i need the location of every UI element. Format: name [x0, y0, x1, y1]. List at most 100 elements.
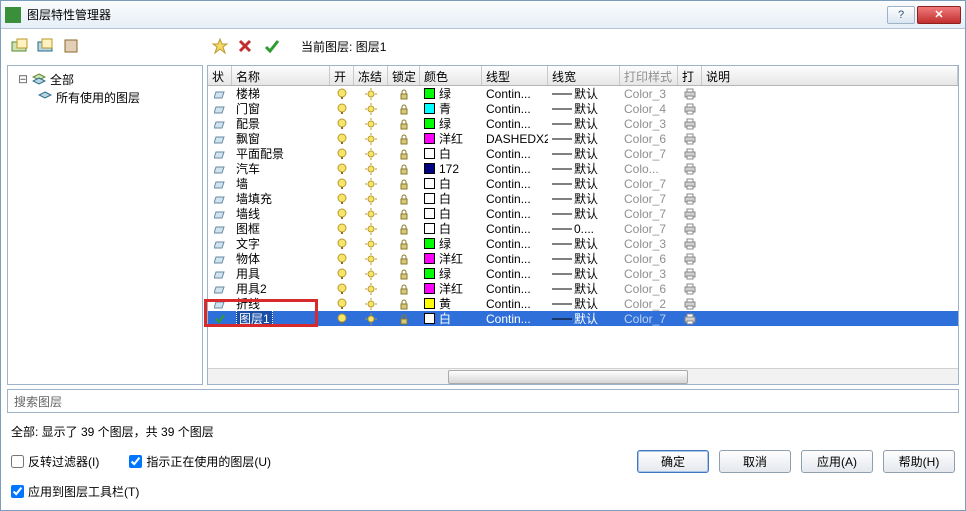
- col-lw[interactable]: 线宽: [548, 66, 620, 85]
- plot-icon[interactable]: [678, 131, 702, 146]
- lock-icon[interactable]: [388, 131, 420, 146]
- cancel-button[interactable]: 取消: [719, 450, 791, 473]
- lw-cell[interactable]: 默认: [548, 311, 620, 326]
- on-icon[interactable]: [330, 146, 354, 161]
- scroll-thumb[interactable]: [448, 370, 688, 384]
- lock-icon[interactable]: [388, 176, 420, 191]
- table-row[interactable]: 平面配景白Contin...默认Color_7: [208, 146, 958, 161]
- plot-icon[interactable]: [678, 281, 702, 296]
- help-button-footer[interactable]: 帮助(H): [883, 450, 955, 473]
- ps-cell[interactable]: Color_7: [620, 311, 678, 326]
- desc-cell[interactable]: [702, 191, 958, 206]
- layer-name-cell[interactable]: 楼梯: [232, 86, 330, 101]
- desc-cell[interactable]: [702, 311, 958, 326]
- freeze-icon[interactable]: [354, 101, 388, 116]
- ok-button[interactable]: 确定: [637, 450, 709, 473]
- lock-icon[interactable]: [388, 161, 420, 176]
- ltype-cell[interactable]: Contin...: [482, 176, 548, 191]
- plot-icon[interactable]: [678, 221, 702, 236]
- desc-cell[interactable]: [702, 86, 958, 101]
- tree-child[interactable]: 所有使用的图层: [10, 88, 200, 106]
- color-cell[interactable]: 绿: [420, 236, 482, 251]
- color-cell[interactable]: 白: [420, 221, 482, 236]
- lock-icon[interactable]: [388, 101, 420, 116]
- lock-icon[interactable]: [388, 311, 420, 326]
- freeze-icon[interactable]: [354, 86, 388, 101]
- lock-icon[interactable]: [388, 116, 420, 131]
- help-button[interactable]: ?: [887, 6, 915, 24]
- layer-name-cell[interactable]: 图框: [232, 221, 330, 236]
- layer-name-cell[interactable]: 用具: [232, 266, 330, 281]
- table-row[interactable]: 折线黄Contin...默认Color_2: [208, 296, 958, 311]
- on-icon[interactable]: [330, 161, 354, 176]
- col-on[interactable]: 开: [330, 66, 354, 85]
- plot-icon[interactable]: [678, 206, 702, 221]
- ltype-cell[interactable]: Contin...: [482, 146, 548, 161]
- desc-cell[interactable]: [702, 146, 958, 161]
- ltype-cell[interactable]: DASHEDX2: [482, 131, 548, 146]
- close-button[interactable]: ✕: [917, 6, 961, 24]
- lw-cell[interactable]: 默认: [548, 116, 620, 131]
- freeze-icon[interactable]: [354, 191, 388, 206]
- table-row[interactable]: 门窗青Contin...默认Color_4: [208, 101, 958, 116]
- lw-cell[interactable]: 默认: [548, 146, 620, 161]
- plot-icon[interactable]: [678, 266, 702, 281]
- ltype-cell[interactable]: Contin...: [482, 281, 548, 296]
- freeze-icon[interactable]: [354, 206, 388, 221]
- table-row[interactable]: 汽车172Contin...默认Colo...: [208, 161, 958, 176]
- lock-icon[interactable]: [388, 281, 420, 296]
- layer-name-cell[interactable]: 折线: [232, 296, 330, 311]
- color-cell[interactable]: 白: [420, 206, 482, 221]
- plot-icon[interactable]: [678, 176, 702, 191]
- color-cell[interactable]: 绿: [420, 266, 482, 281]
- lw-cell[interactable]: 默认: [548, 281, 620, 296]
- lock-icon[interactable]: [388, 86, 420, 101]
- ps-cell[interactable]: Color_3: [620, 86, 678, 101]
- desc-cell[interactable]: [702, 176, 958, 191]
- on-icon[interactable]: [330, 236, 354, 251]
- on-icon[interactable]: [330, 221, 354, 236]
- on-icon[interactable]: [330, 191, 354, 206]
- table-row[interactable]: 图框白Contin...0....Color_7: [208, 221, 958, 236]
- color-cell[interactable]: 洋红: [420, 281, 482, 296]
- lock-icon[interactable]: [388, 191, 420, 206]
- lw-cell[interactable]: 0....: [548, 221, 620, 236]
- col-name[interactable]: 名称: [232, 66, 330, 85]
- grid-header[interactable]: 状 名称 开 冻结 锁定 颜色 线型 线宽 打印样式 打 说明: [208, 66, 958, 86]
- lw-cell[interactable]: 默认: [548, 251, 620, 266]
- lw-cell[interactable]: 默认: [548, 206, 620, 221]
- layer-name-cell[interactable]: 文字: [232, 236, 330, 251]
- table-row[interactable]: 文字绿Contin...默认Color_3: [208, 236, 958, 251]
- desc-cell[interactable]: [702, 266, 958, 281]
- ltype-cell[interactable]: Contin...: [482, 86, 548, 101]
- col-color[interactable]: 颜色: [420, 66, 482, 85]
- col-lock[interactable]: 锁定: [388, 66, 420, 85]
- ltype-cell[interactable]: Contin...: [482, 236, 548, 251]
- ps-cell[interactable]: Color_7: [620, 176, 678, 191]
- color-cell[interactable]: 白: [420, 146, 482, 161]
- grid-body[interactable]: 楼梯绿Contin...默认Color_3门窗青Contin...默认Color…: [208, 86, 958, 368]
- desc-cell[interactable]: [702, 251, 958, 266]
- on-icon[interactable]: [330, 266, 354, 281]
- ps-cell[interactable]: Color_2: [620, 296, 678, 311]
- on-icon[interactable]: [330, 131, 354, 146]
- ps-cell[interactable]: Color_3: [620, 266, 678, 281]
- freeze-icon[interactable]: [354, 176, 388, 191]
- color-cell[interactable]: 白: [420, 311, 482, 326]
- ltype-cell[interactable]: Contin...: [482, 161, 548, 176]
- on-icon[interactable]: [330, 116, 354, 131]
- col-ltype[interactable]: 线型: [482, 66, 548, 85]
- lw-cell[interactable]: 默认: [548, 266, 620, 281]
- ps-cell[interactable]: Color_7: [620, 146, 678, 161]
- lock-icon[interactable]: [388, 236, 420, 251]
- ltype-cell[interactable]: Contin...: [482, 206, 548, 221]
- lock-icon[interactable]: [388, 251, 420, 266]
- table-row[interactable]: 用具2洋红Contin...默认Color_6: [208, 281, 958, 296]
- desc-cell[interactable]: [702, 236, 958, 251]
- set-current-icon[interactable]: [263, 38, 281, 54]
- layer-name-cell[interactable]: 墙线: [232, 206, 330, 221]
- desc-cell[interactable]: [702, 101, 958, 116]
- ltype-cell[interactable]: Contin...: [482, 251, 548, 266]
- layer-name-cell[interactable]: 汽车: [232, 161, 330, 176]
- plot-icon[interactable]: [678, 191, 702, 206]
